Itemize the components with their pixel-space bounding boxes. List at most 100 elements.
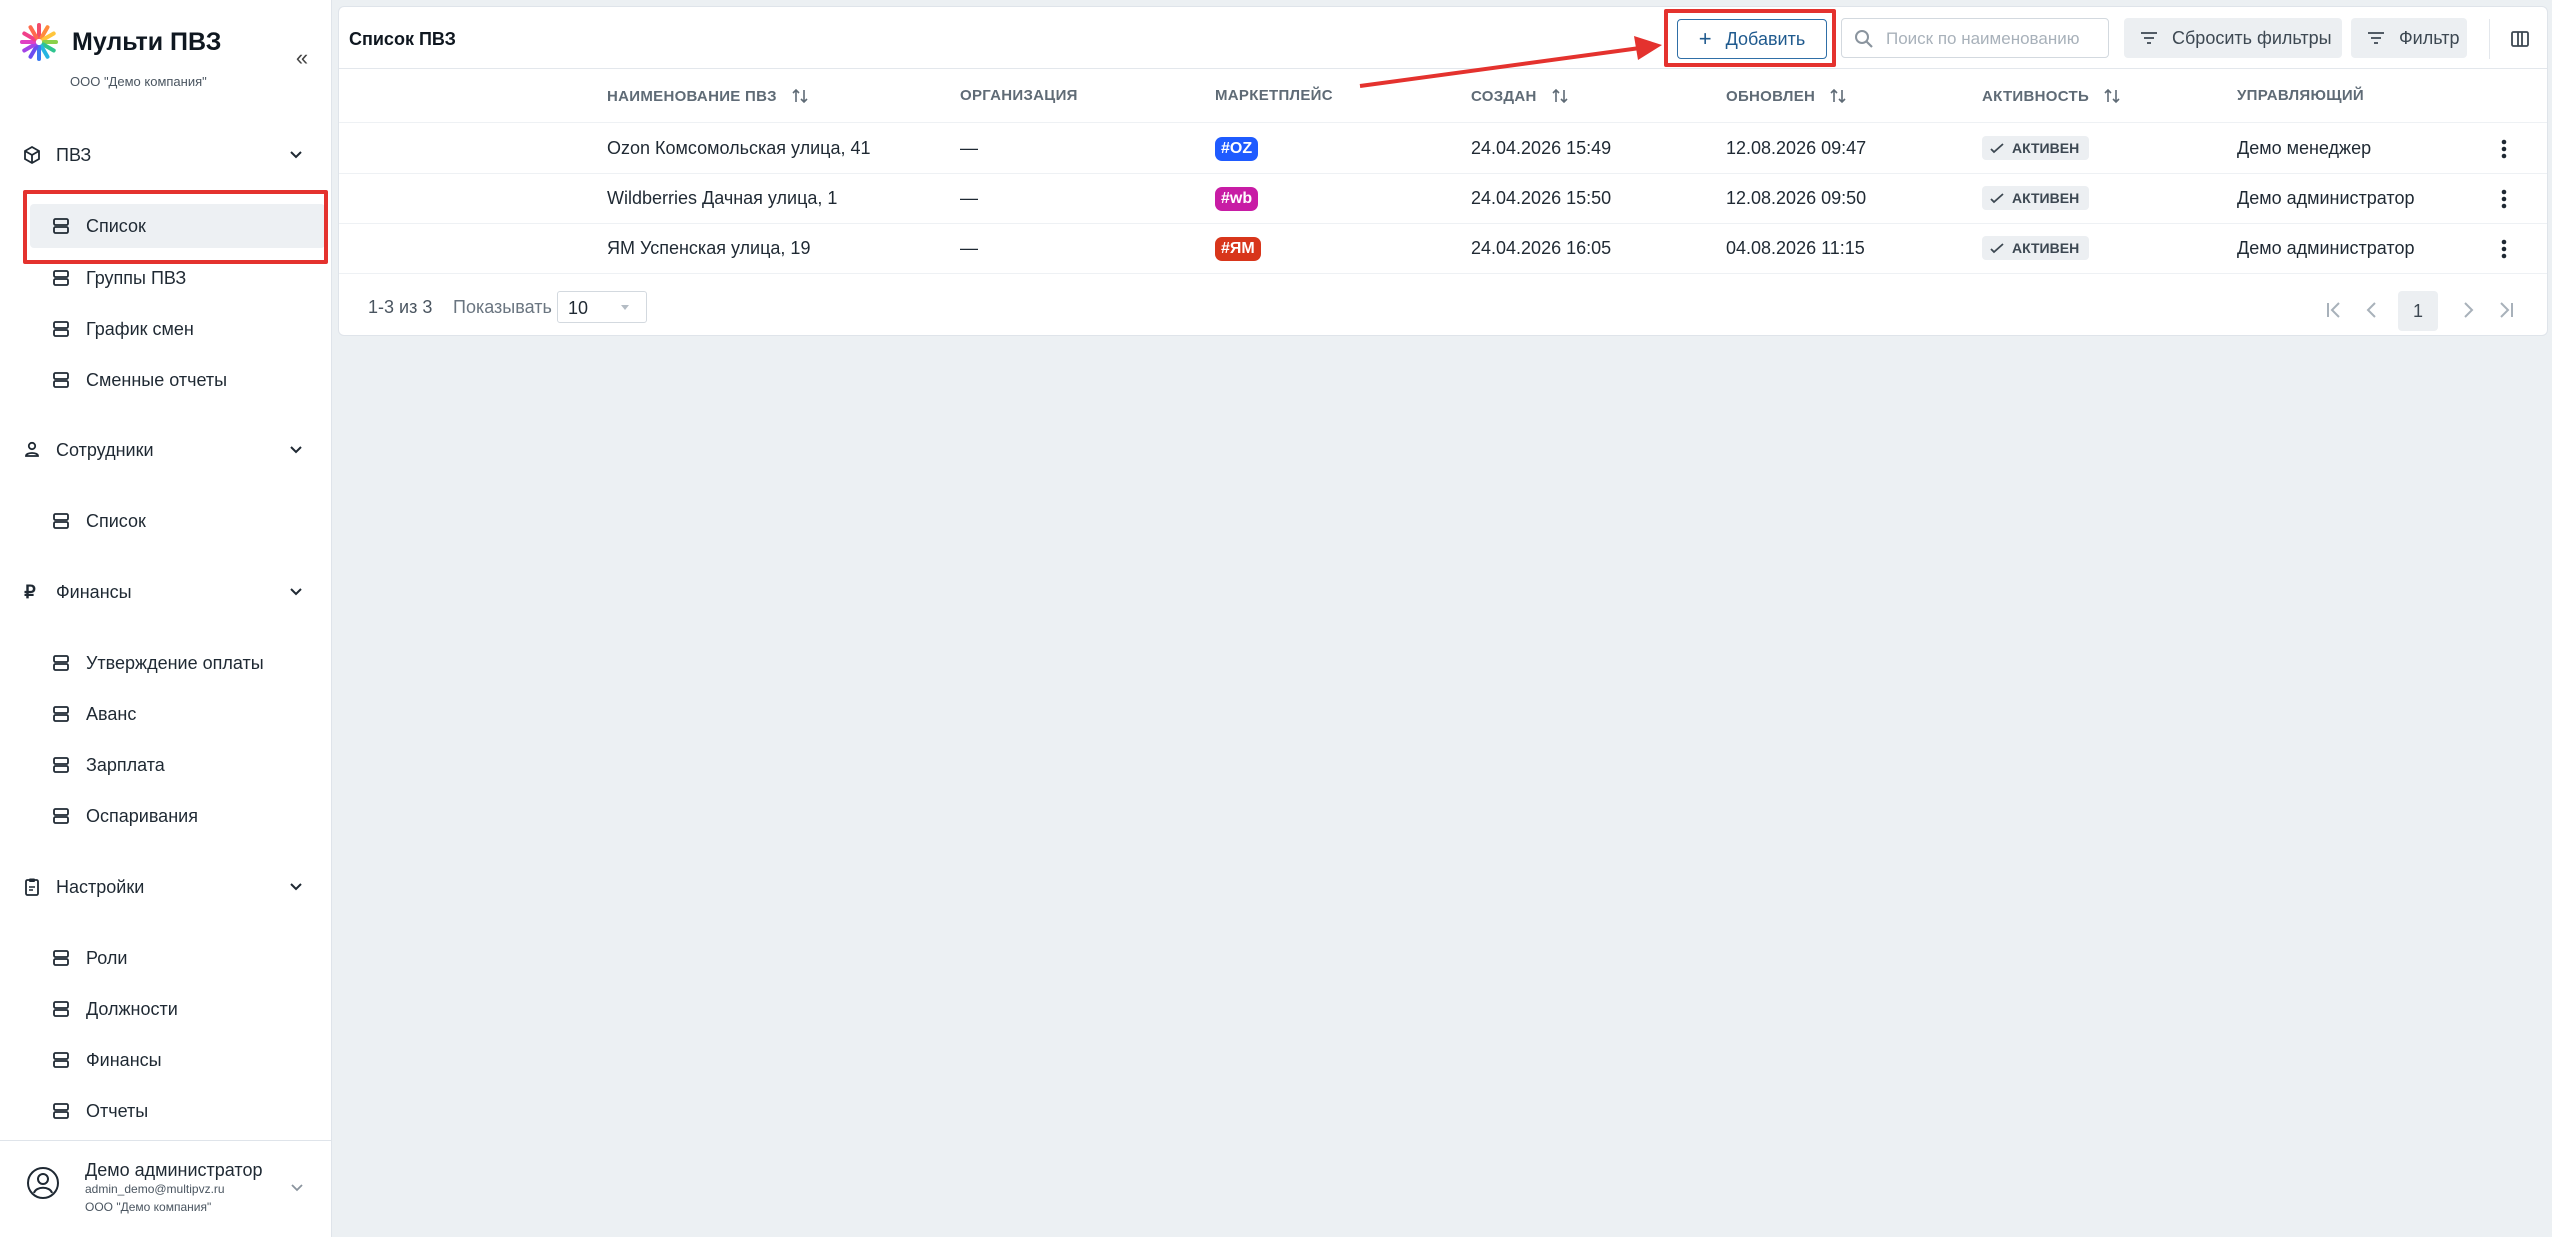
page-size-select[interactable]: 10 — [557, 291, 647, 323]
column-header-activity[interactable]: АКТИВНОСТЬ — [1982, 87, 2121, 105]
row-menu-kebab-icon[interactable] — [2491, 136, 2517, 162]
cell-manager: Демо менеджер — [2237, 138, 2372, 158]
status-label: АКТИВЕН — [2012, 190, 2080, 206]
reset-filters-button[interactable]: Сбросить фильтры — [2124, 18, 2342, 58]
nav-group-label: Настройки — [56, 876, 145, 897]
search-box[interactable] — [1841, 18, 2109, 58]
sidebar-item-label: Аванс — [86, 703, 137, 724]
list-icon — [53, 655, 69, 671]
cell-created: 24.04.2026 16:05 — [1471, 238, 1612, 258]
marketplace-badge-ozon: #OZ — [1215, 137, 1259, 161]
sidebar-divider — [0, 1140, 332, 1141]
status-badge: АКТИВЕН — [1982, 236, 2090, 260]
status-label: АКТИВЕН — [2012, 140, 2080, 156]
sidebar-item-payment-approval[interactable]: Утверждение оплаты — [30, 641, 325, 685]
column-header-label: УПРАВЛЯЮЩИЙ — [2237, 87, 2365, 104]
sort-icon — [792, 88, 808, 104]
table-header-separator — [339, 122, 2547, 123]
cell-organization: — — [960, 238, 978, 258]
column-header-label: АКТИВНОСТЬ — [1982, 87, 2090, 105]
sidebar-item-employees-list[interactable]: Список — [30, 499, 325, 543]
columns-icon[interactable] — [2510, 29, 2530, 49]
sidebar-item-label: Сменные отчеты — [86, 369, 228, 390]
current-page[interactable]: 1 — [2398, 291, 2438, 331]
table-row[interactable]: ЯМ Успенская улица, 19 — #ЯМ 24.04.2026 … — [339, 224, 2547, 274]
logo[interactable]: Мульти ПВЗ — [18, 22, 221, 62]
chevron-down-icon — [290, 446, 302, 454]
column-header-label: ОБНОВЛЕН — [1726, 87, 1816, 105]
company-name: ООО "Демо компания" — [70, 74, 207, 89]
filter-icon — [2141, 32, 2157, 44]
sidebar-item-label: Оспаривания — [86, 805, 198, 826]
cell-name: Ozon Комсомольская улица, 41 — [607, 138, 871, 158]
next-page-icon[interactable] — [2449, 291, 2487, 329]
sort-icon — [1552, 88, 1568, 104]
nav-group-pvz[interactable]: ПВЗ — [0, 133, 332, 177]
filter-button[interactable]: Фильтр — [2351, 18, 2467, 58]
sort-icon — [1830, 88, 1846, 104]
check-icon — [1990, 143, 2004, 154]
sidebar-item-label: Роли — [86, 947, 128, 968]
column-header-updated[interactable]: ОБНОВЛЕН — [1726, 87, 1847, 105]
cell-name: Wildberries Дачная улица, 1 — [607, 188, 838, 208]
cell-manager: Демо администратор — [2237, 188, 2415, 208]
user-name: Демо администратор — [85, 1160, 263, 1180]
cell-updated: 04.08.2026 11:15 — [1726, 238, 1865, 258]
sidebar-item-label: График смен — [86, 318, 194, 339]
nav-group-finance[interactable]: ₽ Финансы — [0, 570, 332, 614]
list-icon — [53, 1001, 69, 1017]
user-email: admin_demo@multipvz.ru — [85, 1182, 225, 1196]
nav-group-settings[interactable]: Настройки — [0, 865, 332, 909]
sidebar-item-salary[interactable]: Зарплата — [30, 743, 325, 787]
user-menu-chevron-icon[interactable] — [288, 1178, 306, 1196]
cell-updated: 12.08.2026 09:47 — [1726, 138, 1867, 158]
clipboard-icon — [25, 878, 39, 896]
sidebar-item-shift-schedule[interactable]: График смен — [30, 307, 325, 351]
sidebar-item-roles[interactable]: Роли — [30, 936, 325, 980]
list-icon — [53, 321, 69, 337]
row-menu-kebab-icon[interactable] — [2491, 236, 2517, 262]
sidebar: Мульти ПВЗ ООО "Демо компания" « ПВЗ Спи… — [0, 0, 332, 1237]
row-menu-kebab-icon[interactable] — [2491, 186, 2517, 212]
user-company: ООО "Демо компания" — [85, 1200, 212, 1214]
nav-group-employees[interactable]: Сотрудники — [0, 428, 332, 472]
user-avatar-icon[interactable] — [26, 1166, 60, 1200]
column-header-manager: УПРАВЛЯЮЩИЙ — [2237, 87, 2364, 104]
collapse-sidebar-button[interactable]: « — [288, 44, 316, 72]
status-label: АКТИВЕН — [2012, 240, 2080, 256]
sidebar-item-positions[interactable]: Должности — [30, 987, 325, 1031]
table-row[interactable]: Ozon Комсомольская улица, 41 — #OZ 24.04… — [339, 124, 2547, 174]
list-icon — [53, 757, 69, 773]
cell-updated: 12.08.2026 09:50 — [1726, 188, 1867, 208]
sidebar-item-reports[interactable]: Отчеты — [30, 1089, 325, 1133]
column-header-created[interactable]: СОЗДАН — [1471, 87, 1569, 105]
cell-created: 24.04.2026 15:50 — [1471, 188, 1612, 208]
column-header-marketplace: МАРКЕТПЛЕЙС — [1215, 87, 1333, 104]
highlight-list-item — [23, 190, 328, 264]
sidebar-item-advance[interactable]: Аванс — [30, 692, 325, 736]
column-header-name[interactable]: НАИМЕНОВАНИЕ ПВЗ — [607, 87, 809, 105]
search-input[interactable] — [1886, 27, 2101, 51]
table-row[interactable]: Wildberries Дачная улица, 1 — #wb 24.04.… — [339, 174, 2547, 224]
prev-page-icon[interactable] — [2353, 291, 2391, 329]
nav-group-label: Финансы — [56, 581, 132, 602]
page-size-label: Показывать — [453, 297, 552, 317]
nav-group-label: Сотрудники — [56, 439, 154, 460]
sort-icon — [2104, 88, 2120, 104]
list-icon — [53, 706, 69, 722]
sidebar-item-settings-finance[interactable]: Финансы — [30, 1038, 325, 1082]
marketplace-badge-wildberries: #wb — [1215, 187, 1259, 211]
cell-organization: — — [960, 138, 978, 158]
first-page-icon[interactable] — [2314, 291, 2352, 329]
last-page-icon[interactable] — [2488, 291, 2526, 329]
sidebar-item-label: Должности — [86, 998, 178, 1019]
pvz-list-panel: Список ПВЗ + Добавить Сбросить фильтры Ф… — [338, 6, 2548, 336]
sidebar-item-disputes[interactable]: Оспаривания — [30, 794, 325, 838]
sidebar-item-shift-reports[interactable]: Сменные отчеты — [30, 358, 325, 402]
check-icon — [1990, 193, 2004, 204]
caret-down-icon — [621, 305, 629, 310]
pagination-range: 1-3 из 3 — [368, 297, 433, 317]
filter-icon — [2368, 32, 2384, 44]
list-icon — [53, 1052, 69, 1068]
toolbar-divider — [2489, 19, 2490, 59]
